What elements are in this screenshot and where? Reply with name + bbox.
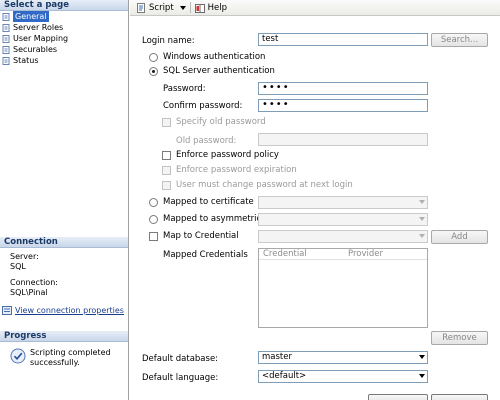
sidebar-item-securables[interactable]: Securables: [0, 44, 128, 55]
cancel-button[interactable]: [431, 394, 488, 400]
windows-auth-label: Windows authentication: [163, 52, 266, 62]
connection-header: Connection: [0, 237, 128, 248]
default-language-value: <default>: [262, 371, 307, 381]
help-label: Help: [207, 2, 228, 13]
page-icon: [2, 12, 10, 21]
chevron-down-icon: [419, 374, 425, 378]
credential-select[interactable]: [258, 230, 428, 243]
help-icon: [194, 3, 205, 13]
password-input[interactable]: ••••: [258, 82, 428, 95]
default-language-label: Default language:: [142, 373, 219, 383]
connection-section: Connection Server: SQL Connection: SQL\P…: [0, 237, 128, 329]
mapped-asym-radio[interactable]: [149, 215, 158, 224]
page-icon: [2, 56, 10, 65]
specify-old-password-label: Specify old password: [176, 117, 266, 127]
chevron-down-icon: [419, 355, 425, 359]
sidebar-item-label: Server Roles: [13, 23, 64, 32]
server-value: SQL: [10, 262, 26, 271]
specify-old-password-checkbox[interactable]: [162, 118, 171, 127]
page-icon: [2, 34, 10, 43]
script-button[interactable]: Script: [136, 2, 174, 13]
server-label: Server:: [10, 252, 39, 261]
chevron-down-icon: [419, 200, 425, 204]
login-name-label: Login name:: [142, 36, 195, 46]
enforce-policy-checkbox[interactable]: [162, 151, 171, 160]
add-button[interactable]: Add: [431, 230, 488, 244]
toolbar: Script Help: [130, 0, 500, 16]
script-dropdown[interactable]: [179, 3, 186, 13]
connection-label: Connection:: [10, 278, 58, 287]
must-change-label: User must change password at next login: [176, 180, 353, 190]
sidebar-item-status[interactable]: Status: [0, 55, 128, 66]
grid-header: Credential Provider: [259, 249, 427, 260]
mapped-cert-label: Mapped to certificate: [163, 197, 254, 207]
col-provider: Provider: [348, 249, 383, 259]
progress-header: Progress: [0, 331, 128, 342]
map-credential-checkbox[interactable]: [149, 232, 158, 241]
default-database-label: Default database:: [142, 354, 219, 364]
login-name-input[interactable]: test: [258, 33, 428, 46]
sidebar-item-label: Securables: [13, 45, 58, 54]
default-language-select[interactable]: <default>: [258, 370, 428, 383]
connection-value: SQL\Pinal: [10, 288, 48, 297]
old-password-label: Old password:: [176, 136, 237, 146]
search-button[interactable]: Search...: [431, 33, 488, 47]
progress-text-line1: Scripting completed: [30, 348, 111, 357]
general-page: Login name: test Search... Windows authe…: [130, 17, 500, 400]
mapped-cert-radio[interactable]: [149, 198, 158, 207]
left-pane: Select a page General Server Roles User …: [0, 0, 129, 400]
toolbar-separator: [189, 2, 191, 13]
remove-button[interactable]: Remove: [431, 331, 488, 345]
enforce-policy-label: Enforce password policy: [176, 150, 279, 160]
enforce-expiration-label: Enforce password expiration: [176, 165, 297, 175]
mapped-credentials-label: Mapped Credentials: [163, 250, 248, 260]
sidebar-item-label: User Mapping: [13, 34, 69, 43]
confirm-password-label: Confirm password:: [163, 101, 243, 111]
confirm-password-input[interactable]: ••••: [258, 99, 428, 112]
windows-auth-radio[interactable]: [149, 53, 158, 62]
progress-section: Progress Scripting completed successfull…: [0, 331, 128, 400]
sidebar-item-label: General: [13, 11, 49, 22]
old-password-input[interactable]: [258, 133, 428, 146]
view-link-label: View connection properties: [15, 306, 124, 315]
ok-button[interactable]: [368, 394, 428, 400]
sql-auth-label: SQL Server authentication: [163, 66, 275, 76]
asymmetric-key-select[interactable]: [258, 213, 428, 226]
chevron-down-icon: [419, 217, 425, 221]
map-credential-label: Map to Credential: [163, 231, 239, 241]
sidebar-item-label: Status: [13, 56, 39, 65]
script-label: Script: [149, 2, 174, 13]
success-icon: [10, 348, 26, 368]
help-button[interactable]: Help: [194, 2, 228, 13]
select-page-header: Select a page: [0, 0, 128, 11]
page-icon: [2, 45, 10, 54]
script-icon: [136, 2, 146, 13]
default-database-select[interactable]: master: [258, 351, 428, 364]
page-icon: [2, 23, 10, 32]
chevron-down-icon: [179, 3, 186, 13]
mapped-credentials-grid[interactable]: Credential Provider: [258, 248, 428, 328]
chevron-down-icon: [419, 234, 425, 238]
view-connection-properties-link[interactable]: View connection properties: [2, 306, 128, 315]
certificate-select[interactable]: [258, 196, 428, 209]
must-change-checkbox[interactable]: [162, 181, 171, 190]
sql-auth-radio[interactable]: [149, 67, 158, 76]
sidebar-item-user-mapping[interactable]: User Mapping: [0, 33, 128, 44]
enforce-expiration-checkbox[interactable]: [162, 166, 171, 175]
password-label: Password:: [163, 84, 206, 94]
sidebar-item-server-roles[interactable]: Server Roles: [0, 22, 128, 33]
page-list: General Server Roles User Mapping Secura…: [0, 11, 128, 235]
sidebar-item-general[interactable]: General: [0, 11, 128, 22]
progress-text-line2: successfully.: [30, 358, 80, 367]
properties-icon: [2, 306, 12, 315]
default-database-value: master: [262, 352, 292, 362]
col-credential: Credential: [263, 249, 307, 259]
